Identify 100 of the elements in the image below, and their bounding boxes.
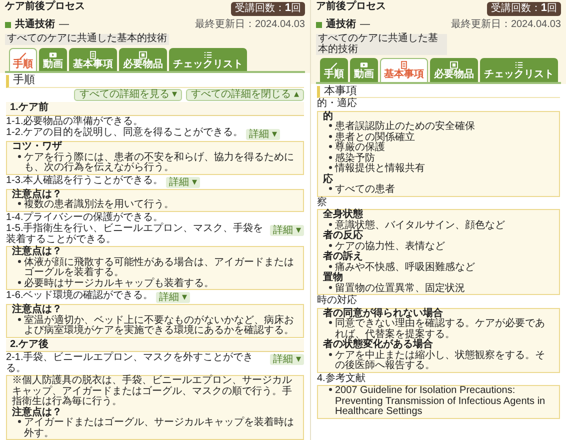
note-item: ケアを行う際には、患者の不安を和らげ、協力を得るためにも、次の行為を伝えながら行う。 [24,152,295,174]
note-item: 尊厳の保護 [335,143,385,154]
bullet-icon [329,222,332,226]
bullet-icon [329,352,332,356]
note-item: 室温が適切か、ベッド上に不要なものがないかなど、病床および病室環境がケアを実施できる環境にあるかを確認する。 [24,316,295,337]
last-updated: 最終更新日：2024.04.03 [194,20,305,30]
bullet-icon [329,134,332,138]
pencil-icon [19,50,27,59]
note-item: 患者誤認防止のための安全確保 [335,122,475,132]
bullet-icon [329,321,332,324]
step-text: 1-3.本人確認を行うことができる。 [6,176,164,186]
note-item: 留置物の位置異常、固定状況 [335,284,465,294]
tab[interactable]: 基本事項 [380,58,428,82]
note-heading: 者の状態変化がある場合 [323,340,433,350]
detail-button[interactable]: 詳細 ▾ [246,129,280,140]
note-text: ※個人防護具の脱衣は、手袋、ビニールエプロン、サージカルキャップ、アイガードまたはゴーグル、マスクの順で行う。手指衛生は行為毎に行う。 [12,376,293,408]
tab[interactable]: 必要物品 [119,48,167,72]
note-item: 患者との関係確立 [335,132,415,143]
tab[interactable]: チェックリスト [169,48,247,72]
tab[interactable]: 手順 [9,48,37,72]
note-heading: 者の反応 [323,231,363,242]
separator-dash: — [360,20,370,30]
note-heading: 注意点は？ [12,305,62,316]
note-item: 必要時はサージカルキャップも装着する。 [24,278,214,290]
step-text: 1-2.ケアの目的を説明し、同意を得ることができる。 [6,128,244,139]
note-item: 痛みや不快感、呼吸困難感など [335,262,475,273]
picture-icon [450,61,458,70]
detail-button[interactable]: 詳細 ▾ [156,292,190,304]
bullet-icon [18,154,21,158]
note-heading: 者の訴え [323,252,364,262]
note-item: ケアを中止または縮小し、状態観察をする。その後医師へ報告する。 [335,350,546,372]
video-icon [49,50,57,59]
note-heading: 的 [323,112,334,122]
note-heading: コツ・ワザ [12,142,62,152]
bullet-icon [329,124,332,128]
section-heading: 4.参考文献 [317,374,366,384]
section-title: 本事項 [317,86,560,98]
note-item: すべての患者 [335,185,395,196]
video-icon [360,61,368,70]
bullet-icon [329,145,332,148]
bullet-icon [18,420,21,424]
note-item: 複数の患者識別法を用いて行う。 [24,200,174,211]
category-label: 通技術 [326,20,356,30]
page-title: ケア前後プロセス [5,2,85,12]
bullet-icon [329,388,332,392]
bullet-icon [329,286,332,289]
bullet-icon [329,264,332,268]
note-item: 意識状態、バイタルサイン、顔色など [335,220,505,231]
detail-button[interactable]: 詳細 ▾ [270,225,304,236]
bullet-icon [329,187,332,190]
separator-dash: — [59,20,69,30]
note-item: 感染予防 [335,154,375,164]
bullet-icon [18,260,21,263]
category-icon [5,22,11,28]
note-heading: 応 [323,174,334,186]
tab[interactable]: 動画 [39,48,67,72]
bullet-icon [18,318,21,321]
tab[interactable]: 手順 [320,58,348,82]
note-item: ケアの協力性、表情など [335,242,445,252]
subtitle-label: すべてのケアに共通した基本的技術 [5,34,169,45]
list-icon [515,61,523,70]
document-icon [400,61,408,70]
note-heading: 者の同意が得られない場合 [323,308,443,319]
picture-icon [139,50,147,59]
step-text: 1-4.プライバシーの保護ができる。 [6,212,164,223]
document-icon [89,50,97,59]
note-item: 2007 Guideline for Isolation Precautions: Preventing Transmission of Infectious Agents in Healthcare Settings [335,386,546,418]
category-icon [316,22,322,28]
note-item: 同意できない理由を確認する。ケアが必要であれば、代替案を提案する。 [335,319,546,340]
note-heading: 注意点は？ [12,408,63,418]
note-heading: 注意点は？ [12,190,62,200]
tab[interactable]: 基本事項 [69,48,117,72]
step-text: 1-5.手指衛生を行い、ビニールエプロン、マスク、手袋を装着することができる。 [6,224,264,245]
section-heading: 時の対応 [317,296,358,307]
note-heading: 全身状態 [323,210,363,220]
tab[interactable]: チェックリスト [480,58,558,82]
note-item: 情報提供と情報共有 [335,164,425,175]
section-heading: 的・適応 [317,99,358,110]
note-item: 体液が顔に飛散する可能性がある場合は、アイガードまたはゴーグルを装着する。 [24,258,295,278]
bullet-icon [329,244,332,247]
section-heading: 察 [317,198,328,208]
tab[interactable]: 必要物品 [430,58,478,82]
page-title: ア前後プロセス [316,2,386,12]
category-label: 共通技術 [15,20,55,30]
step-text: 1-6.ベッド環境の確認ができる。 [6,291,154,302]
toggle-button[interactable]: すべての詳細を見る ▾ [74,88,182,102]
pencil-icon [330,61,338,70]
bullet-icon [18,280,21,284]
attendance-badge: 受講回数：1回 [230,2,305,16]
step-text: 1-1.必要物品の準備ができる。 [6,116,144,127]
group-heading: 1.ケア前 [6,102,304,116]
bullet-icon [329,166,332,170]
toggle-button[interactable]: すべての詳細を閉じる ▴ [186,88,304,102]
tab[interactable]: 動画 [350,58,378,82]
detail-button[interactable]: 詳細 ▾ [270,354,304,366]
bullet-icon [329,156,332,159]
subtitle-label: すべてのケアに共通した基本的技術 [316,34,447,56]
detail-button[interactable]: 詳細 ▾ [166,176,200,188]
note-item: アイガードまたはゴーグル、サージカルキャップを装着時は外す。 [24,418,295,440]
list-icon [204,50,212,59]
